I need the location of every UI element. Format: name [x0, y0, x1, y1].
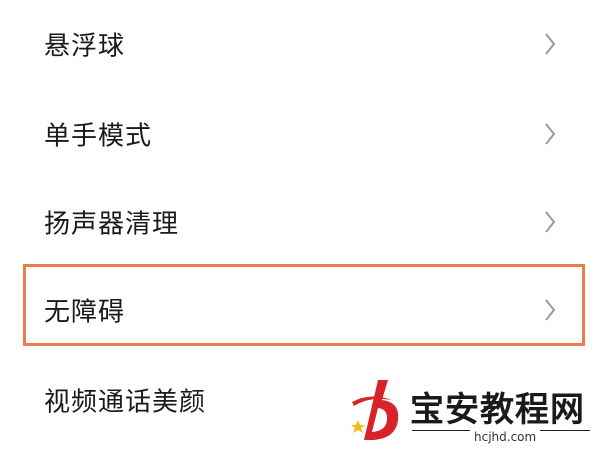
settings-item-accessibility[interactable]: 无障碍 — [0, 266, 600, 354]
baoan-logo-icon — [348, 376, 410, 446]
settings-item-label: 单手模式 — [44, 121, 153, 152]
settings-item-label: 扬声器清理 — [44, 209, 180, 240]
chevron-right-icon — [544, 122, 556, 146]
settings-item-label: 悬浮球 — [44, 31, 126, 62]
settings-item-label: 视频通话美颜 — [44, 387, 207, 418]
watermark-url: hcjhd.com — [470, 430, 541, 444]
settings-item-label: 无障碍 — [44, 297, 126, 328]
settings-item-speaker-cleanup[interactable]: 扬声器清理 — [0, 178, 600, 266]
settings-item-floating-ball[interactable]: 悬浮球 — [0, 0, 600, 88]
chevron-right-icon — [544, 210, 556, 234]
chevron-right-icon — [544, 298, 556, 322]
chevron-right-icon — [544, 32, 556, 56]
settings-item-one-hand-mode[interactable]: 单手模式 — [0, 90, 600, 178]
watermark: 宝安教程网 hcjhd.com — [348, 376, 594, 448]
watermark-title: 宝安教程网 — [410, 390, 585, 430]
